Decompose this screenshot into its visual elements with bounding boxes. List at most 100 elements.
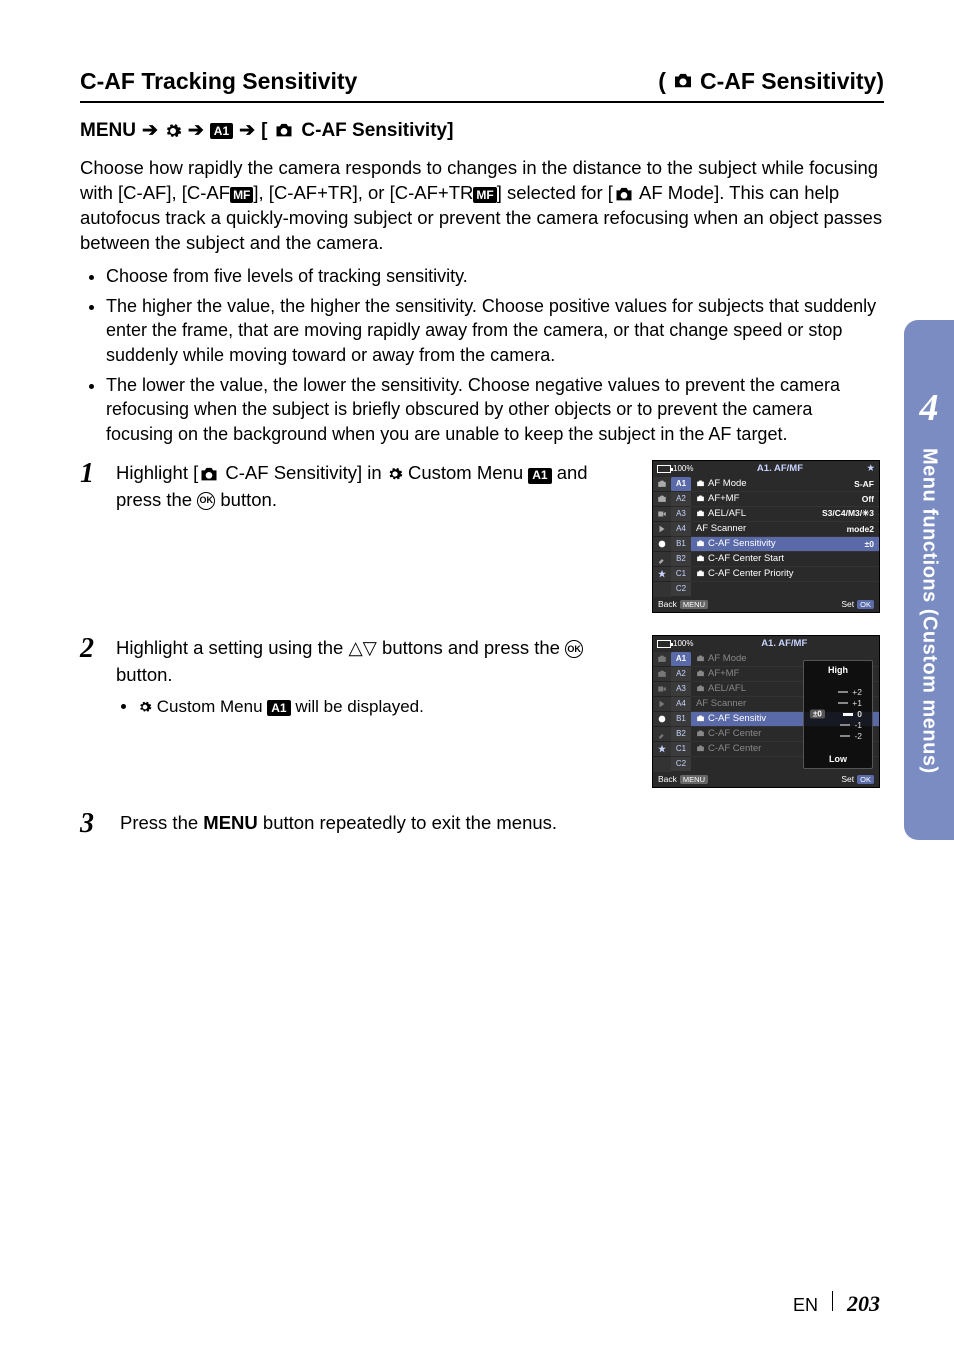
ok-button-icon: OK	[197, 492, 215, 510]
triangle-down-icon: ▽	[363, 635, 377, 662]
cam-tab[interactable]: C2	[671, 582, 691, 597]
video-icon	[653, 682, 671, 697]
camera-icon	[653, 652, 671, 667]
cam-tab[interactable]: B1	[671, 712, 691, 727]
camera-icon	[672, 73, 694, 89]
cam-sidebar-icons	[653, 477, 671, 597]
camera-icon	[198, 466, 220, 482]
popup-option[interactable]: +1	[838, 698, 862, 709]
back-label[interactable]: Back	[658, 599, 677, 609]
cam-tab[interactable]: B2	[671, 552, 691, 567]
battery-percent: 100%	[673, 464, 693, 473]
menu-word: MENU	[80, 120, 136, 142]
gear-icon	[138, 700, 152, 714]
cam-tab[interactable]: A1	[671, 652, 691, 667]
row-label: C-AF Sensitiv	[708, 713, 766, 724]
set-label[interactable]: Set	[841, 599, 854, 609]
cam-tab[interactable]: C1	[671, 567, 691, 582]
camera-menu-screenshot-2: 100% A1. AF/MF	[652, 635, 880, 788]
camera-icon	[653, 477, 671, 492]
row-label: AEL/AFL	[708, 508, 746, 519]
step-text: button repeatedly to exit the menus.	[258, 812, 557, 833]
cam-menu-row-highlighted[interactable]: C-AF Sensitivity±0	[691, 537, 879, 552]
cam-tab[interactable]: A2	[671, 667, 691, 682]
cam-menu-title: A1. AF/MF	[693, 463, 866, 474]
cam-tab[interactable]: A4	[671, 522, 691, 537]
cam-menu-row[interactable]: AF Scannermode2	[691, 522, 879, 537]
row-value: S-AF	[854, 479, 874, 489]
chapter-label: Menu functions (Custom menus)	[918, 448, 941, 774]
section-title-left: C-AF Tracking Sensitivity	[80, 68, 357, 95]
menu-badge: MENU	[680, 775, 708, 784]
cam-tab[interactable]: B2	[671, 727, 691, 742]
cam-menu-row[interactable]: AF Mode S-AF	[691, 477, 879, 492]
cam-tab[interactable]: A3	[671, 507, 691, 522]
gear-icon	[164, 122, 182, 140]
row-label: AF+MF	[708, 668, 739, 679]
opt-label: +1	[852, 698, 862, 708]
cam-tab[interactable]: B1	[671, 537, 691, 552]
menu-setting-label: C-AF Sensitivity]	[301, 120, 453, 142]
cam-menu-row[interactable]: AF+MFOff	[691, 492, 879, 507]
cam-tab[interactable]: A1	[671, 477, 691, 492]
cam-tab[interactable]: A4	[671, 697, 691, 712]
popup-option-selected[interactable]: 0	[843, 709, 862, 720]
cam-tab[interactable]: C1	[671, 742, 691, 757]
ok-badge: OK	[857, 775, 874, 784]
row-value: ±0	[865, 539, 874, 549]
cam-menu-row[interactable]: AEL/AFLS3/C4/M3/✳3	[691, 507, 879, 522]
back-label[interactable]: Back	[658, 774, 677, 784]
popup-option[interactable]: -2	[840, 731, 862, 742]
row-value: Off	[862, 494, 874, 504]
sub-text: Custom Menu	[152, 697, 267, 716]
step-text: Custom Menu	[403, 462, 528, 483]
play-icon	[653, 522, 671, 537]
intro-paragraph: Choose how rapidly the camera responds t…	[80, 156, 884, 256]
chapter-side-tab: 4 Menu functions (Custom menus)	[904, 320, 954, 840]
tab-a1-badge: A1	[267, 700, 290, 716]
cam-menu-row[interactable]: C-AF Center Priority	[691, 567, 879, 582]
camera-menu-screenshot-1: 100% A1. AF/MF ★	[652, 460, 880, 613]
wrench-icon	[653, 727, 671, 742]
row-label: C-AF Center	[708, 728, 761, 739]
cam-tab[interactable]: A2	[671, 492, 691, 507]
battery-icon	[657, 640, 671, 648]
menu-badge: MENU	[680, 600, 708, 609]
row-value: mode2	[847, 524, 874, 534]
menu-path: MENU ➔ ➔ A1 ➔ [ C-AF Sensitivity]	[80, 119, 884, 142]
section-title-row: C-AF Tracking Sensitivity ( C-AF Sensiti…	[80, 68, 884, 103]
play-icon	[653, 697, 671, 712]
step-3: 3 Press the MENU button repeatedly to ex…	[80, 810, 884, 838]
tab-a1-badge: A1	[210, 123, 233, 139]
opt-label: 0	[857, 709, 862, 719]
step-text: Press the	[120, 812, 203, 833]
cam-menu-row[interactable]: C-AF Center Start	[691, 552, 879, 567]
cam-tab[interactable]: A3	[671, 682, 691, 697]
gear-icon	[653, 537, 671, 552]
step-number: 3	[80, 810, 106, 838]
list-item: Choose from five levels of tracking sens…	[106, 264, 884, 288]
intro-text: ] selected for [	[497, 182, 613, 203]
arrow-icon: ➔	[188, 119, 204, 142]
cam-menu-title: A1. AF/MF	[693, 638, 875, 649]
popup-option[interactable]: -1	[840, 720, 862, 731]
popup-option[interactable]: +2	[838, 687, 862, 698]
star-icon	[653, 742, 671, 757]
step-text: button.	[215, 489, 277, 510]
step-text: button.	[116, 664, 173, 685]
popup-high-label: High	[808, 665, 868, 675]
star-icon	[653, 567, 671, 582]
intro-bullet-list: Choose from five levels of tracking sens…	[80, 264, 884, 446]
camera-icon	[273, 123, 295, 139]
camera-icon	[613, 186, 635, 202]
set-label[interactable]: Set	[841, 774, 854, 784]
row-label: AF Mode	[708, 653, 747, 664]
cam-tab[interactable]: C2	[671, 757, 691, 772]
row-label: AEL/AFL	[708, 683, 746, 694]
row-label: AF Mode	[708, 478, 747, 489]
page-number: 203	[847, 1291, 880, 1317]
step-text: Highlight a setting using the	[116, 637, 348, 658]
row-label: C-AF Center	[708, 743, 761, 754]
step-body: Highlight a setting using the △▽ buttons…	[116, 635, 642, 719]
list-item: Custom Menu A1 will be displayed.	[138, 695, 634, 720]
